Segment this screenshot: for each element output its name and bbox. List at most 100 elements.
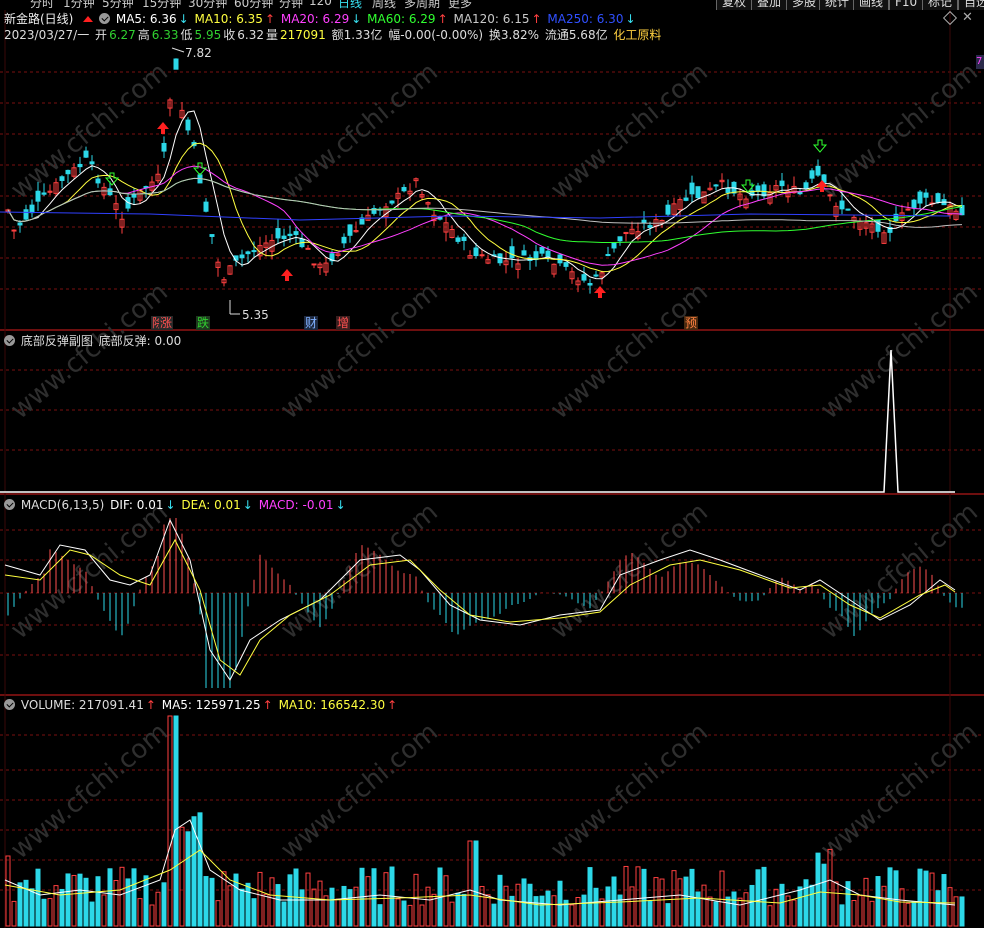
volume-bar <box>203 876 209 927</box>
candle-body <box>401 187 407 192</box>
up-arrow-icon: ↑ <box>437 12 448 26</box>
volume-bar <box>137 898 143 927</box>
candle-body <box>689 182 695 195</box>
high-price-mark: 7.82 <box>185 46 212 60</box>
macd-value-label: MACD: -0.01 <box>258 498 334 512</box>
high-label: 高 <box>137 28 150 42</box>
volume-bar <box>605 886 611 927</box>
candle-body <box>29 204 35 214</box>
candle-body <box>683 197 689 201</box>
dif-label: DIF: 0.01 <box>110 498 164 512</box>
volume-bar <box>779 883 785 927</box>
watermark-text: www.cfchi.com <box>5 57 174 205</box>
volume-bar <box>365 876 371 927</box>
candle-body <box>935 193 941 203</box>
volume-bar <box>719 870 725 927</box>
candle-body <box>83 150 89 158</box>
candle-body <box>797 191 803 195</box>
candle-body <box>161 142 167 152</box>
watermark-text: www.cfchi.com <box>545 717 714 865</box>
candle-body <box>293 231 299 236</box>
event-tag-increase[interactable]: 增 <box>336 316 351 330</box>
settings-icon[interactable] <box>99 13 111 24</box>
candle-body <box>41 192 47 195</box>
volume-bar <box>587 867 593 927</box>
volume-bar <box>761 866 767 927</box>
high-value: 6.33 <box>151 28 179 42</box>
settings-icon[interactable] <box>4 335 15 346</box>
ma10-line <box>7 142 963 273</box>
settings-icon[interactable] <box>4 499 15 510</box>
candle-body <box>611 242 617 249</box>
volume-bar <box>809 884 815 927</box>
candle-body <box>533 251 539 261</box>
dea-label: DEA: 0.01 <box>181 498 241 512</box>
volume-bar <box>239 888 245 927</box>
volume-bar <box>263 893 269 927</box>
change-label: 幅-0.00(-0.00%) <box>388 28 484 42</box>
dif-line <box>4 518 956 681</box>
volume-bar <box>623 865 629 927</box>
volume-bar <box>5 855 11 927</box>
candle-body <box>725 187 731 193</box>
volume-bar <box>881 885 887 927</box>
down-arrow-icon: ↓ <box>351 12 362 26</box>
down-arrow-icon: ↓ <box>165 498 176 512</box>
volume-bar <box>797 886 803 927</box>
date-label: 2023/03/27/一 <box>4 28 90 42</box>
candle-body <box>647 225 653 228</box>
volume-bar <box>215 900 221 927</box>
volume-bar <box>491 903 497 927</box>
volume-bar <box>257 871 263 927</box>
up-arrow-icon <box>83 16 94 22</box>
volume-bar <box>875 876 881 927</box>
volume-bar <box>11 900 17 927</box>
volume-bar <box>953 896 959 927</box>
candle-body <box>11 229 17 232</box>
close-icon[interactable]: ✕ <box>962 10 973 25</box>
candle-body <box>521 250 527 256</box>
sub-chart-1-legend: 底部反弹副图 底部反弹: 0.00 <box>4 332 183 349</box>
quote-info-line: 2023/03/27/一 开 6.27 高 6.33 低 5.95 收 6.32 量 217091… <box>4 26 663 43</box>
volume-bar <box>101 894 107 927</box>
volume-bar <box>959 896 965 927</box>
volume-bar <box>731 891 737 927</box>
volume-bar <box>401 900 407 927</box>
event-tag-forecast[interactable]: 预 <box>684 316 699 330</box>
volume-bar <box>695 891 701 927</box>
candle-body <box>617 236 623 242</box>
event-tag-rise[interactable]: 涨 <box>159 316 174 330</box>
event-tag-fall[interactable]: 跌 <box>196 316 211 330</box>
chart-canvas[interactable]: www.cfchi.com www.cfchi.com www.cfchi.com w… <box>0 0 984 928</box>
candle-body <box>839 200 845 210</box>
volume-bar <box>311 888 317 927</box>
volume-bar <box>713 901 719 927</box>
volume-bar <box>47 898 53 927</box>
volume-bar <box>149 904 155 927</box>
open-value: 6.27 <box>109 28 136 42</box>
up-arrow-icon: ↑ <box>387 698 398 712</box>
volume-bar <box>593 887 599 927</box>
volume-bar <box>143 875 149 927</box>
candle-body <box>59 176 65 181</box>
candle-body <box>173 58 179 70</box>
volume-bar <box>29 888 35 927</box>
sector-label[interactable]: 化工原料 <box>613 28 661 42</box>
candle-body <box>287 233 293 237</box>
candle-body <box>605 254 611 257</box>
down-arrow-icon: ↓ <box>625 12 636 26</box>
candle-body <box>23 209 29 220</box>
volume-bar <box>419 904 425 927</box>
volume-bar <box>161 882 167 927</box>
volume-bar <box>485 894 491 927</box>
candle-body <box>593 274 599 277</box>
volume-bar <box>533 896 539 927</box>
volume-bar <box>377 904 383 927</box>
settings-icon[interactable] <box>4 699 15 710</box>
volume-bar <box>767 905 773 927</box>
buy-arrow-icon <box>594 286 606 298</box>
candle-body <box>641 219 647 224</box>
event-tag-finance[interactable]: 财 <box>304 316 319 330</box>
volume-bar <box>347 889 353 927</box>
volume-bar <box>461 893 467 927</box>
